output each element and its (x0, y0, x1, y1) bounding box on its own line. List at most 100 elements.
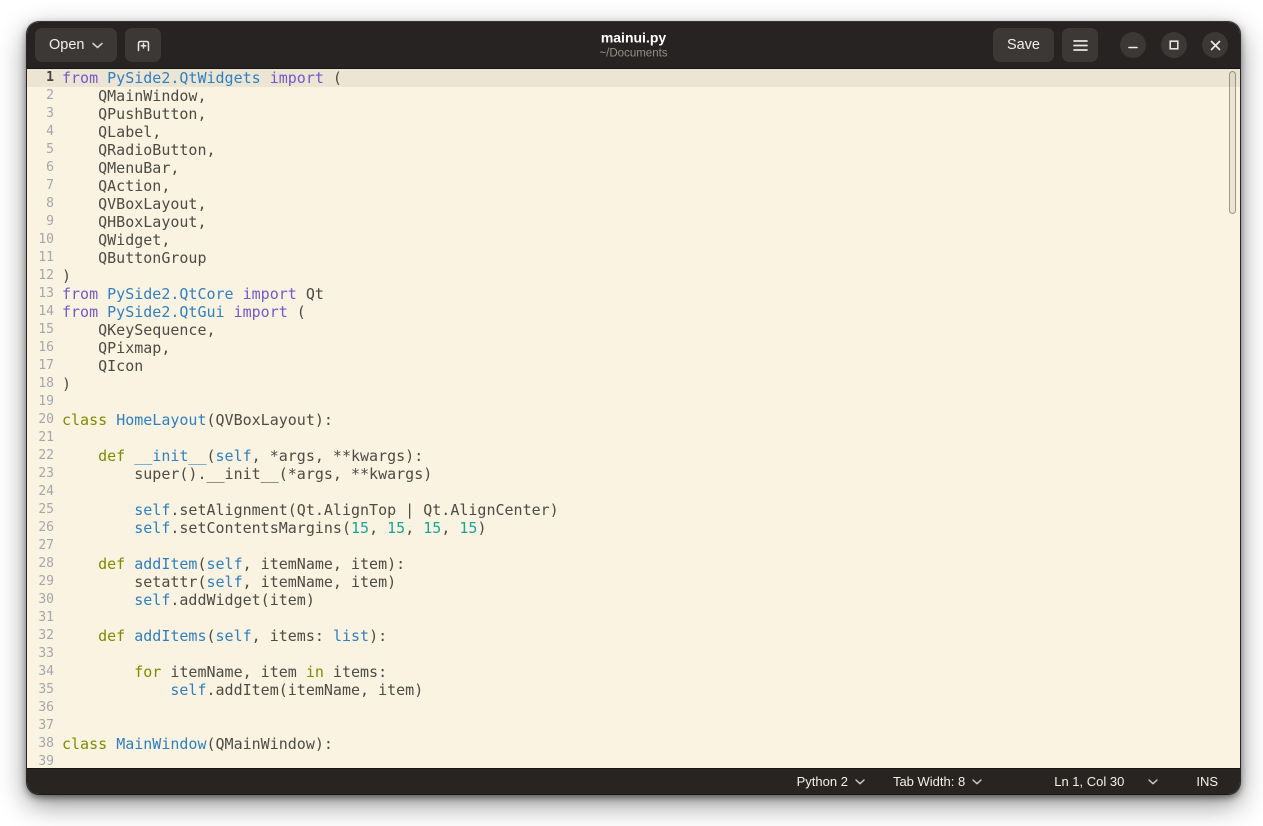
line-number: 36 (38, 700, 54, 715)
language-label: Python 2 (796, 774, 848, 789)
line-number: 10 (38, 232, 54, 247)
code-line[interactable]: 14 from PySide2.QtGui import ( (27, 303, 1240, 321)
new-tab-icon (137, 40, 150, 51)
code-line[interactable]: 20 class HomeLayout(QVBoxLayout): (27, 411, 1240, 429)
line-number: 29 (38, 574, 54, 589)
code-line[interactable]: 19 (27, 393, 1240, 411)
window-controls (1120, 32, 1228, 58)
code-line-text: self.addWidget(item) (134, 591, 315, 609)
insert-mode-indicator: INS (1196, 774, 1218, 789)
chevron-down-icon (1148, 778, 1159, 784)
code-line-text: QIcon (62, 357, 144, 375)
chevron-down-icon (972, 778, 982, 784)
line-number: 6 (46, 160, 54, 175)
code-line[interactable]: 2 QMainWindow, (27, 87, 1240, 105)
header-right-group: Save (992, 28, 1232, 62)
line-number: 11 (38, 250, 54, 265)
code-line-text: setattr(self, itemName, item) (62, 573, 397, 591)
code-line-text: super().__init__(*args, **kwargs) (62, 465, 433, 483)
open-button-label: Open (49, 37, 85, 53)
code-line[interactable]: 29 setattr(self, itemName, item) (27, 573, 1240, 591)
code-line-text: QHBoxLayout, (62, 213, 207, 231)
line-number: 16 (38, 340, 54, 355)
code-line[interactable]: 37 (27, 717, 1240, 735)
code-line[interactable]: 39 (27, 753, 1240, 768)
cursor-position-button[interactable]: Ln 1, Col 30 (1054, 774, 1159, 789)
code-line[interactable]: 4 QLabel, (27, 123, 1240, 141)
code-line[interactable]: 22 def __init__(self, *args, **kwargs): (27, 447, 1240, 465)
code-line[interactable]: 26 self.setContentsMargins(15, 15, 15, 1… (27, 519, 1240, 537)
code-line[interactable]: 13 from PySide2.QtCore import Qt (27, 285, 1240, 303)
open-button[interactable]: Open (35, 28, 118, 62)
line-number: 35 (38, 682, 54, 697)
code-line-text: QAction, (62, 177, 171, 195)
code-line[interactable]: 28 def addItem(self, itemName, item): (27, 555, 1240, 573)
code-line[interactable]: 17 QIcon (27, 357, 1240, 375)
line-number: 30 (38, 592, 54, 607)
new-tab-button[interactable] (125, 28, 162, 62)
code-line[interactable]: 23 super().__init__(*args, **kwargs) (27, 465, 1240, 483)
code-line-text: ) (62, 375, 72, 393)
close-icon (1210, 40, 1220, 50)
status-bar: Python 2 Tab Width: 8 Ln 1, Col 30 INS (27, 768, 1240, 794)
language-selector[interactable]: Python 2 (797, 774, 865, 789)
line-number: 26 (38, 520, 54, 535)
line-number: 39 (38, 754, 54, 768)
code-line[interactable]: 33 (27, 645, 1240, 663)
code-line[interactable]: 34 for itemName, item in items: (27, 663, 1240, 681)
code-line[interactable]: 12) (27, 267, 1240, 285)
code-line-text: QVBoxLayout, (62, 195, 207, 213)
code-line[interactable]: 10 QWidget, (27, 231, 1240, 249)
vertical-scrollbar[interactable] (1229, 71, 1236, 214)
code-line[interactable]: 25 self.setAlignment(Qt.AlignTop | Qt.Al… (27, 501, 1240, 519)
code-line[interactable]: 15 QKeySequence, (27, 321, 1240, 339)
line-number: 33 (38, 646, 54, 661)
code-line[interactable]: 6 QMenuBar, (27, 159, 1240, 177)
line-number: 38 (38, 736, 54, 751)
code-line[interactable]: 8 QVBoxLayout, (27, 195, 1240, 213)
code-line[interactable]: 18) (27, 375, 1240, 393)
code-line[interactable]: 38 class MainWindow(QMainWindow): (27, 735, 1240, 753)
code-line[interactable]: 35 self.addItem(itemName, item) (27, 681, 1240, 699)
header-bar: Open mainui.py ~/Documents Save (27, 22, 1240, 69)
close-button[interactable] (1202, 32, 1228, 58)
code-line-text: QPushButton, (62, 105, 207, 123)
document-title: mainui.py (600, 29, 667, 46)
code-line-text: QMainWindow, (62, 87, 207, 105)
code-area: 1 from PySide2.QtWidgets import (2 QMainW… (27, 69, 1240, 768)
code-line[interactable]: 9 QHBoxLayout, (27, 213, 1240, 231)
code-line[interactable]: 31 (27, 609, 1240, 627)
save-button-label: Save (1006, 37, 1040, 53)
code-line[interactable]: 7 QAction, (27, 177, 1240, 195)
code-line-text: class MainWindow(QMainWindow): (62, 735, 333, 753)
code-line-text: ) (62, 267, 72, 285)
code-line[interactable]: 24 (27, 483, 1240, 501)
line-number: 5 (46, 142, 54, 157)
code-line-text: from PySide2.QtGui import ( (62, 303, 306, 321)
code-line-text: from PySide2.QtCore import Qt (62, 285, 324, 303)
code-line[interactable]: 16 QPixmap, (27, 339, 1240, 357)
code-line[interactable]: 5 QRadioButton, (27, 141, 1240, 159)
minimize-button[interactable] (1120, 32, 1146, 58)
code-line[interactable]: 11 QButtonGroup (27, 249, 1240, 267)
maximize-icon (1169, 40, 1179, 50)
tab-width-selector[interactable]: Tab Width: 8 (893, 774, 982, 789)
code-line-text: for itemName, item in items: (134, 663, 388, 681)
line-number: 9 (46, 214, 54, 229)
code-line[interactable]: 3 QPushButton, (27, 105, 1240, 123)
code-line[interactable]: 36 (27, 699, 1240, 717)
code-line[interactable]: 32 def addItems(self, items: list): (27, 627, 1240, 645)
code-line[interactable]: 27 (27, 537, 1240, 555)
chevron-down-icon (92, 42, 104, 48)
code-line-text: from PySide2.QtWidgets import ( (62, 69, 342, 87)
code-line[interactable]: 1 from PySide2.QtWidgets import ( (27, 69, 1240, 87)
menu-button[interactable] (1062, 28, 1098, 62)
line-number: 3 (46, 106, 54, 121)
code-line[interactable]: 30 self.addWidget(item) (27, 591, 1240, 609)
line-number: 24 (38, 484, 54, 499)
code-editor[interactable]: 1 from PySide2.QtWidgets import (2 QMainW… (27, 69, 1240, 768)
code-line[interactable]: 21 (27, 429, 1240, 447)
maximize-button[interactable] (1161, 32, 1187, 58)
line-number: 23 (38, 466, 54, 481)
save-button[interactable]: Save (992, 28, 1054, 62)
